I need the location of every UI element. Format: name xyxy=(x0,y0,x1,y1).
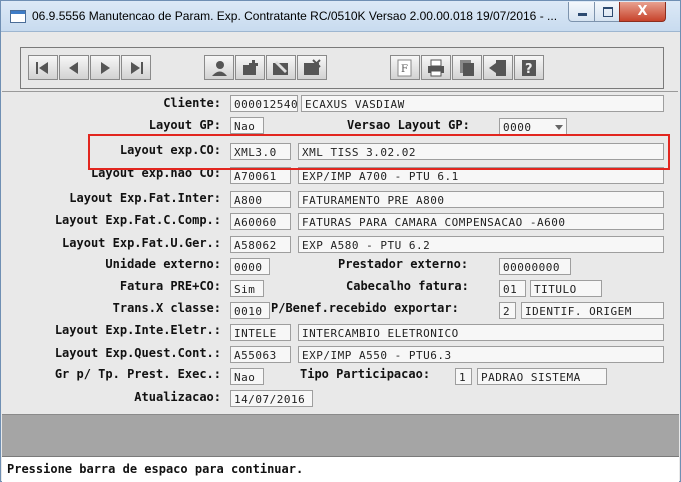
gr-tp-prest-exec-label: Gr p/ Tp. Prest. Exec.: xyxy=(54,367,221,381)
next-record-icon xyxy=(101,61,110,74)
layout-exp-fat-inter-label: Layout Exp.Fat.Inter: xyxy=(69,191,221,205)
prestador-externo-field[interactable]: 00000000 xyxy=(499,258,571,275)
layout-exp-fat-u-ger-code-field[interactable]: A58062 xyxy=(230,236,291,253)
separator-bar xyxy=(2,414,679,457)
layout-exp-quest-cont-label: Layout Exp.Quest.Cont.: xyxy=(54,346,221,360)
tipo-participacao-code-field[interactable]: 1 xyxy=(455,368,472,385)
status-bar: Pressione barra de espaco para continuar… xyxy=(2,456,679,482)
previous-record-icon xyxy=(69,61,78,74)
layout-exp-quest-cont-desc-field[interactable]: EXP/IMP A550 - PTU6.3 xyxy=(298,346,664,363)
edit-button[interactable] xyxy=(266,55,296,80)
exit-button[interactable] xyxy=(483,55,513,80)
title-bar: 06.9.5556 Manutencao de Param. Exp. Cont… xyxy=(1,1,680,32)
benef-recebido-label: P/Benef.recebido exportar: xyxy=(271,301,459,315)
layout-exp-inte-eletr-label: Layout Exp.Inte.Eletr.: xyxy=(54,323,221,337)
maximize-icon xyxy=(602,6,613,17)
maximize-button[interactable] xyxy=(594,2,621,22)
cabecalho-fatura-code-field[interactable]: 01 xyxy=(499,280,526,297)
chevron-down-icon xyxy=(555,125,563,130)
first-record-button[interactable] xyxy=(28,55,58,80)
benef-recebido-code-field[interactable]: 2 xyxy=(499,302,516,319)
unidade-externo-label: Unidade externo: xyxy=(105,257,221,271)
exit-icon xyxy=(489,59,506,76)
tipo-participacao-desc-field[interactable]: PADRAO SISTEMA xyxy=(477,368,607,385)
function-icon: F xyxy=(397,59,412,76)
cliente-label: Cliente: xyxy=(163,96,221,110)
cliente-name-field[interactable]: ECAXUS VASDIAW xyxy=(301,95,664,112)
fatura-pre-co-label: Fatura PRE+CO: xyxy=(119,279,221,293)
layout-exp-fat-u-ger-desc-field[interactable]: EXP A580 - PTU 6.2 xyxy=(298,236,664,253)
toolbar: F ? xyxy=(20,47,664,89)
delete-button[interactable] xyxy=(297,55,327,80)
status-message: Pressione barra de espaco para continuar… xyxy=(7,462,304,476)
function-button[interactable]: F xyxy=(390,55,420,80)
trans-x-classe-label: Trans.X classe: xyxy=(112,301,221,315)
next-record-button[interactable] xyxy=(90,55,120,80)
print-button[interactable] xyxy=(421,55,451,80)
help-icon: ? xyxy=(522,59,536,77)
layout-exp-fat-c-comp-code-field[interactable]: A60060 xyxy=(230,213,291,230)
atualizacao-field[interactable]: 14/07/2016 xyxy=(230,390,313,407)
trans-x-classe-field[interactable]: 0010 xyxy=(230,302,270,319)
close-icon: X xyxy=(637,4,648,19)
delete-icon xyxy=(304,58,321,75)
copy-icon xyxy=(460,59,474,76)
atualizacao-label: Atualizacao: xyxy=(134,390,221,404)
cabecalho-fatura-desc-field[interactable]: TITULO xyxy=(530,280,602,297)
window-title: 06.9.5556 Manutencao de Param. Exp. Cont… xyxy=(32,9,558,23)
gr-tp-prest-exec-field[interactable]: Nao xyxy=(230,368,264,385)
insert-icon xyxy=(243,59,258,75)
user-icon xyxy=(212,60,227,76)
first-record-icon xyxy=(36,61,48,74)
layout-exp-fat-c-comp-label: Layout Exp.Fat.C.Comp.: xyxy=(54,213,221,227)
svg-text:F: F xyxy=(401,64,408,75)
last-record-icon xyxy=(131,61,143,74)
highlight-box xyxy=(88,134,670,170)
layout-exp-inte-eletr-code-field[interactable]: INTELE xyxy=(230,324,291,341)
layout-exp-fat-inter-code-field[interactable]: A800 xyxy=(230,191,291,208)
layout-exp-fat-inter-desc-field[interactable]: FATURAMENTO PRE A800 xyxy=(298,191,664,208)
last-record-button[interactable] xyxy=(121,55,151,80)
layout-gp-field[interactable]: Nao xyxy=(230,117,264,134)
benef-recebido-desc-field[interactable]: IDENTIF. ORIGEM xyxy=(521,302,664,319)
help-button[interactable]: ? xyxy=(514,55,544,80)
layout-exp-quest-cont-code-field[interactable]: A55063 xyxy=(230,346,291,363)
unidade-externo-field[interactable]: 0000 xyxy=(230,258,270,275)
versao-layout-gp-label: Versao Layout GP: xyxy=(347,118,470,132)
cliente-code-field[interactable]: 000012540 xyxy=(230,95,298,112)
close-button[interactable]: X xyxy=(619,2,666,22)
print-icon xyxy=(428,59,444,76)
layout-exp-fat-u-ger-label: Layout Exp.Fat.U.Ger.: xyxy=(62,236,221,250)
user-button[interactable] xyxy=(204,55,234,80)
application-window: 06.9.5556 Manutencao de Param. Exp. Cont… xyxy=(0,0,681,482)
cabecalho-fatura-label: Cabecalho fatura: xyxy=(346,279,469,293)
layout-exp-fat-c-comp-desc-field[interactable]: FATURAS PARA CAMARA COMPENSACAO -A600 xyxy=(298,213,664,230)
previous-record-button[interactable] xyxy=(59,55,89,80)
layout-gp-label: Layout GP: xyxy=(148,118,221,132)
app-icon xyxy=(10,10,26,23)
tipo-participacao-label: Tipo Participacao: xyxy=(300,367,431,381)
svg-text:?: ? xyxy=(525,62,533,77)
fatura-pre-co-field[interactable]: Sim xyxy=(230,280,264,297)
layout-exp-inte-eletr-desc-field[interactable]: INTERCAMBIO ELETRONICO xyxy=(298,324,664,341)
minimize-button[interactable] xyxy=(568,2,596,22)
minimize-icon xyxy=(577,13,587,16)
versao-layout-gp-value: 0000 xyxy=(503,121,532,134)
insert-button[interactable] xyxy=(235,55,265,80)
versao-layout-gp-select[interactable]: 0000 xyxy=(499,118,567,135)
prestador-externo-label: Prestador externo: xyxy=(338,257,469,271)
edit-icon xyxy=(273,60,288,75)
copy-button[interactable] xyxy=(452,55,482,80)
